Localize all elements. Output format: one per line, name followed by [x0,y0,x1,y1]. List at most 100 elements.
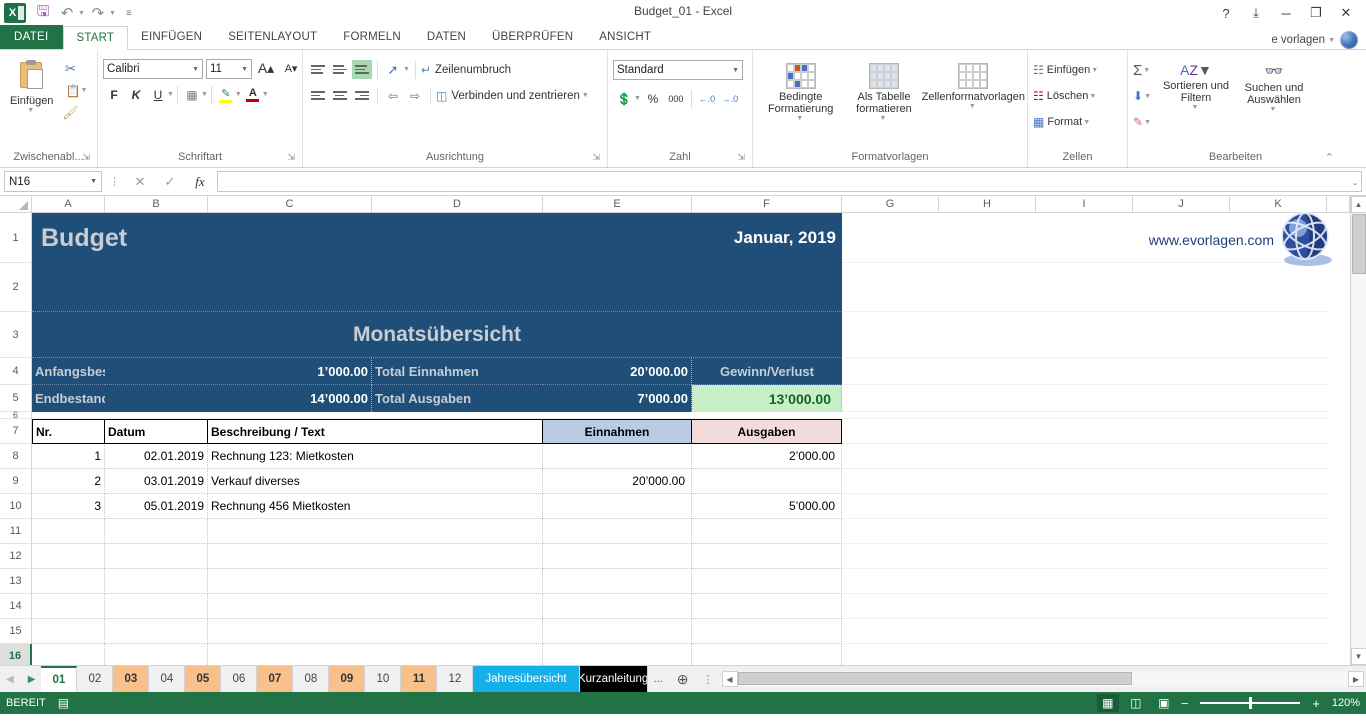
cell-B10[interactable]: 05.01.2019 [105,494,208,519]
cell-B14[interactable] [105,594,208,619]
row-header-13[interactable]: 13 [0,569,32,594]
select-all-corner[interactable] [0,196,32,213]
tab-daten[interactable]: DATEN [414,25,479,49]
font-dialog-launcher-icon[interactable]: ⇲ [287,150,295,165]
cell-G3[interactable] [842,312,1327,358]
expand-formula-bar-icon[interactable]: ⌄ [1352,179,1358,187]
cell-A2-banner[interactable] [32,263,842,312]
align-right-icon[interactable] [352,86,372,105]
increase-font-size-icon[interactable]: A▴ [255,58,277,79]
column-header-B[interactable]: B [105,196,208,213]
column-header-G[interactable]: G [842,196,939,213]
tab-einfuegen[interactable]: EINFÜGEN [128,25,215,49]
decrease-decimal-icon[interactable]: →.0 [719,88,741,109]
sheet-tab-09[interactable]: 09 [329,666,366,692]
row-header-14[interactable]: 14 [0,594,32,619]
cell-D5-label[interactable]: Total Ausgaben [372,385,543,412]
align-top-icon[interactable] [308,60,328,79]
number-dialog-launcher-icon[interactable]: ⇲ [737,150,745,165]
cell-F9[interactable] [692,469,842,494]
cell-E15[interactable] [543,619,692,644]
cell-F15[interactable] [692,619,842,644]
fill-color-icon[interactable]: ✎ [215,84,237,105]
row-header-7[interactable]: 7 [0,419,32,444]
cell-F16[interactable] [692,644,842,665]
sheet-tab-04[interactable]: 04 [149,666,186,692]
cell-E16[interactable] [543,644,692,665]
vertical-scrollbar[interactable]: ▲ ▼ [1350,196,1366,665]
copy-chevron-down-icon[interactable]: ▼ [80,87,87,94]
sort-filter-chevron-down-icon[interactable]: ▼ [1192,104,1199,111]
cell-F11[interactable] [692,519,842,544]
cell-F10[interactable]: 5’000.00 [692,494,842,519]
cell-A6-spacer[interactable] [32,412,1327,419]
row-header-12[interactable]: 12 [0,544,32,569]
help-icon[interactable]: ? [1212,1,1240,25]
sheet-tab-12[interactable]: 12 [437,666,474,692]
row-header-5[interactable]: 5 [0,385,32,412]
cell-E5-value[interactable]: 7’000.00 [543,385,692,412]
cell-A9[interactable]: 2 [32,469,105,494]
more-sheets-icon[interactable]: ... [648,666,669,692]
cell-styles-chevron-down-icon[interactable]: ▼ [969,103,976,110]
cell-C15[interactable] [208,619,543,644]
row-header-15[interactable]: 15 [0,619,32,644]
page-layout-icon[interactable]: ◫ [1125,694,1147,712]
cell-C9[interactable]: Verkauf diverses [208,469,543,494]
font-name-input[interactable]: Calibri ▼ [103,58,203,79]
underline-chevron-down-icon[interactable]: ▼ [167,91,174,98]
borders-chevron-down-icon[interactable]: ▼ [201,91,208,98]
save-icon[interactable]: 🖫 [32,2,54,24]
number-format-select[interactable]: Standard ▼ [613,60,743,80]
cell-A4-label[interactable]: Anfangsbestand [32,358,105,385]
row-header-9[interactable]: 9 [0,469,32,494]
conditional-formatting-button[interactable]: Bedingte Formatierung ▼ [759,60,843,125]
cell-A5-label[interactable]: Endbestand [32,385,105,412]
autosum-button[interactable]: Σ ▼ [1133,59,1151,81]
accounting-format-icon[interactable]: 💲 [613,88,635,109]
cell-E8[interactable] [543,444,692,469]
column-header-E[interactable]: E [543,196,692,213]
format-as-table-button[interactable]: Als Tabelle formatieren ▼ [844,60,924,125]
cell-C12[interactable] [208,544,543,569]
vertical-scroll-track[interactable] [1350,213,1366,648]
format-painter-icon[interactable]: 🖌 [58,102,82,123]
cell-B11[interactable] [105,519,208,544]
cell-G9[interactable] [842,469,1327,494]
cell-A1-budget-title[interactable]: Budget [32,213,636,263]
decrease-indent-icon[interactable]: ⇦ [383,86,403,105]
page-break-preview-icon[interactable]: ▣ [1153,694,1175,712]
cell-A16[interactable] [32,644,105,665]
zoom-level[interactable]: 120% [1326,697,1360,709]
column-header-F[interactable]: F [692,196,842,213]
find-select-button[interactable]: 👓 Suchen und Auswählen ▼ [1235,59,1313,116]
clipboard-dialog-launcher-icon[interactable]: ⇲ [82,150,90,165]
sheet-tab-08[interactable]: 08 [293,666,330,692]
row-header-6[interactable]: 6 [0,410,32,420]
cell-E14[interactable] [543,594,692,619]
cell-A10[interactable]: 3 [32,494,105,519]
align-left-icon[interactable] [308,86,328,105]
cut-icon[interactable]: ✂ [58,58,82,79]
fill-button[interactable]: ⬇ ▼ [1133,85,1151,107]
formula-input[interactable]: ⌄ [217,171,1362,192]
decrease-font-size-icon[interactable]: A▾ [280,58,302,79]
zoom-out-icon[interactable]: − [1181,696,1189,711]
cell-E10[interactable] [543,494,692,519]
add-sheet-icon[interactable]: ⊕ [669,666,697,692]
cell-A8[interactable]: 1 [32,444,105,469]
clear-chevron-down-icon[interactable]: ▼ [1144,119,1151,126]
delete-cells-button[interactable]: ☷ Löschen ▼ [1033,85,1096,107]
undo-icon[interactable]: ↶ [56,2,78,24]
sheet-tab-jahresuebersicht[interactable]: Jahresübersicht [473,666,580,692]
tab-ansicht[interactable]: ANSICHT [586,25,664,49]
copy-icon[interactable]: 📋 [65,84,80,98]
cell-A11[interactable] [32,519,105,544]
row-header-10[interactable]: 10 [0,494,32,519]
cell-G11[interactable] [842,519,1327,544]
cell-B16[interactable] [105,644,208,665]
cell-F8[interactable]: 2’000.00 [692,444,842,469]
row-header-1[interactable]: 1 [0,213,32,263]
cell-G15[interactable] [842,619,1327,644]
insert-function-icon[interactable]: fx [187,171,213,192]
